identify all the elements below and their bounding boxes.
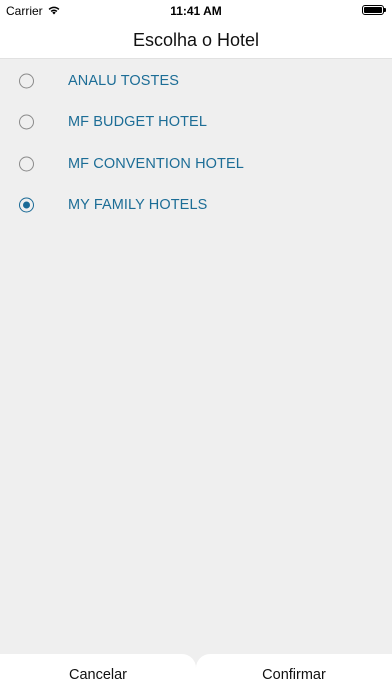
cancel-button[interactable]: Cancelar xyxy=(0,654,196,696)
radio-unchecked-icon[interactable] xyxy=(19,156,34,172)
hotel-option[interactable]: MF BUDGET HOTEL xyxy=(0,102,392,144)
hotel-option-label: MF BUDGET HOTEL xyxy=(68,114,207,131)
navigation-bar: Escolha o Hotel xyxy=(0,22,392,59)
radio-unchecked-icon[interactable] xyxy=(19,73,34,89)
hotel-option[interactable]: MY FAMILY HOTELS xyxy=(0,185,392,227)
battery-icon xyxy=(362,5,386,15)
hotel-option-label: MY FAMILY HOTELS xyxy=(68,197,208,214)
confirm-button[interactable]: Confirmar xyxy=(196,654,392,696)
hotel-option-label: MF CONVENTION HOTEL xyxy=(68,155,244,172)
status-time: 11:41 AM xyxy=(170,4,222,18)
footer-actions: Cancelar Confirmar xyxy=(0,654,392,696)
radio-checked-icon[interactable] xyxy=(19,197,34,213)
hotel-option[interactable]: ANALU TOSTES xyxy=(0,60,392,102)
status-bar: Carrier 11:41 AM xyxy=(0,0,392,22)
hotel-list: ANALU TOSTES MF BUDGET HOTEL MF CONVENTI… xyxy=(0,60,392,226)
radio-unchecked-icon[interactable] xyxy=(19,114,34,130)
hotel-option[interactable]: MF CONVENTION HOTEL xyxy=(0,143,392,185)
page-title: Escolha o Hotel xyxy=(132,30,260,50)
hotel-option-label: ANALU TOSTES xyxy=(68,72,180,89)
